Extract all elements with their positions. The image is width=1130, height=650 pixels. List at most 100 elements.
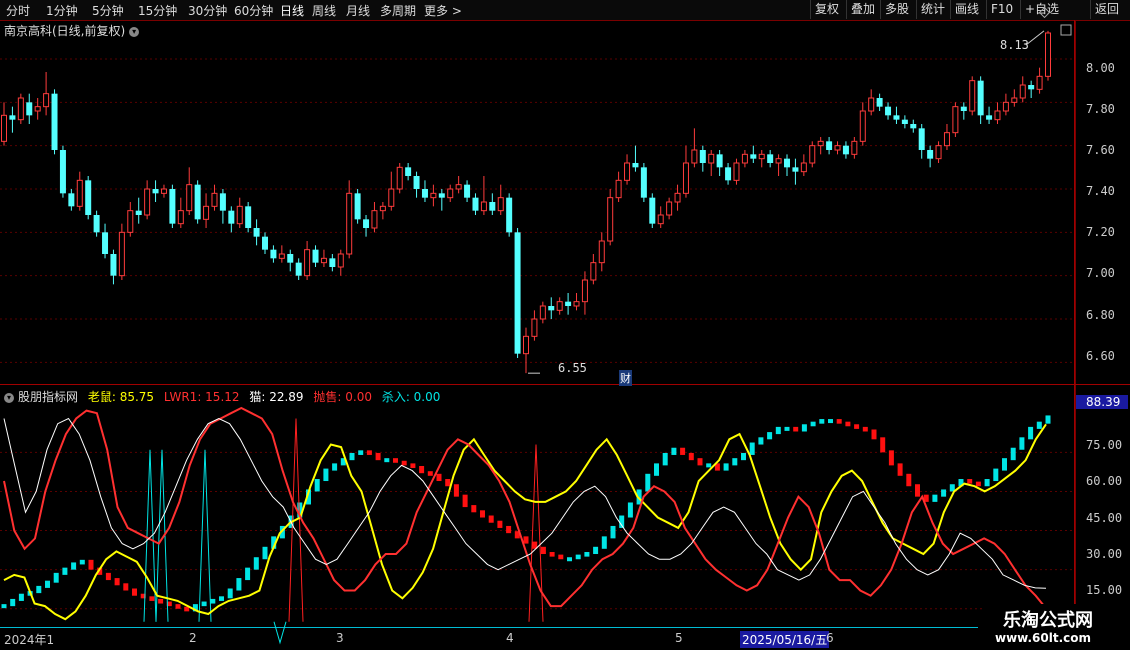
- candle-body: [26, 102, 33, 116]
- low-price-marker: 6.55: [558, 361, 587, 375]
- price-tick: 7.20: [1086, 225, 1115, 239]
- price-tick: 6.80: [1086, 308, 1115, 322]
- candle-body: [312, 249, 319, 263]
- candle-body: [354, 193, 361, 220]
- candle-body: [640, 167, 647, 198]
- indicator-bar: [401, 460, 407, 466]
- candle-body: [497, 197, 504, 212]
- indicator-bar: [697, 458, 703, 466]
- indicator-bar: [880, 437, 886, 453]
- candle-body: [901, 119, 908, 124]
- indicator-bar: [862, 426, 868, 432]
- indicator-bar: [210, 598, 216, 604]
- candle-body: [169, 189, 176, 224]
- candle-body: [784, 158, 790, 168]
- candle-body: [253, 228, 260, 237]
- indicator-bar: [932, 494, 938, 502]
- indicator-bar: [506, 525, 512, 534]
- candle-body: [910, 124, 917, 129]
- indicator-bar: [601, 536, 607, 549]
- indicator-bar: [488, 515, 494, 523]
- candle-body: [927, 150, 934, 159]
- indicator-bar: [645, 473, 651, 492]
- chart-canvas[interactable]: [0, 0, 1130, 650]
- candle-body: [817, 140, 824, 147]
- high-price-marker: 8.13: [1000, 38, 1029, 52]
- candle-body: [186, 184, 193, 212]
- indicator-bar: [871, 429, 877, 440]
- candle-body: [278, 253, 285, 259]
- candle-body: [649, 197, 656, 224]
- watermark: 乐淘公式网 www.60lt.com: [985, 604, 1130, 650]
- candle-body: [741, 153, 748, 164]
- time-label: 2024年1: [4, 633, 55, 647]
- candle-body: [59, 150, 66, 194]
- candle-body: [624, 162, 631, 181]
- candle-body: [699, 150, 706, 163]
- candle-body: [430, 192, 437, 199]
- indicator-bar: [836, 419, 842, 424]
- candlestick-series: [1, 6, 1072, 374]
- candle-body: [346, 192, 353, 255]
- indicator-bar: [253, 557, 259, 570]
- indicator-bar: [245, 567, 251, 581]
- candle-body: [464, 184, 471, 198]
- candle-body: [110, 254, 117, 276]
- indicator-bar: [688, 452, 694, 461]
- time-label: 5: [675, 631, 683, 645]
- indicator-bar: [45, 580, 50, 588]
- indicator-bar: [828, 419, 833, 424]
- candle-body: [34, 106, 41, 112]
- indicator-tick: 60.00: [1086, 474, 1123, 488]
- finance-badge[interactable]: 财: [619, 370, 632, 386]
- indicator-bar: [114, 578, 120, 586]
- candle-body: [144, 188, 151, 216]
- candle-body: [506, 197, 513, 233]
- candle-body: [455, 184, 462, 190]
- indicator-bar: [549, 552, 555, 557]
- candle-body: [565, 301, 572, 306]
- indicator-bar: [819, 419, 825, 424]
- indicator-bar: [758, 437, 764, 445]
- candle-body: [1, 114, 7, 142]
- indicator-tick: 30.00: [1086, 547, 1123, 561]
- candle-body: [834, 145, 841, 151]
- indicator-bar: [784, 426, 790, 431]
- candle-body: [102, 232, 109, 254]
- indicator-bar: [610, 525, 616, 539]
- candle-body: [943, 132, 950, 147]
- indicator-bar: [149, 596, 155, 601]
- indicator-bar: [975, 481, 981, 487]
- candle-body: [405, 167, 412, 176]
- sell-spike: [528, 444, 544, 622]
- indicator-bar: [71, 562, 77, 570]
- indicator-tick: 15.00: [1086, 583, 1123, 597]
- chevron-down-icon[interactable]: ▾: [4, 392, 14, 403]
- candle-body: [809, 145, 816, 164]
- indicator-bar: [1019, 437, 1025, 450]
- indicator-bar: [323, 468, 329, 482]
- candle-body: [514, 232, 521, 354]
- candle-body: [851, 140, 858, 155]
- indicator-bars: [1, 415, 1051, 612]
- time-label: 6: [826, 631, 834, 645]
- diamond-icon: [1038, 6, 1051, 19]
- candle-body: [379, 205, 386, 212]
- time-label: 4: [506, 631, 514, 645]
- candle-body: [421, 189, 428, 198]
- candle-body: [977, 80, 984, 116]
- candle-body: [93, 215, 100, 233]
- indicator-bar: [358, 450, 364, 455]
- indicator-name[interactable]: 股朋指标网: [18, 390, 78, 404]
- price-tick: 7.60: [1086, 143, 1115, 157]
- price-tick: 7.00: [1086, 266, 1115, 280]
- indicator-bar: [366, 450, 372, 455]
- candle-body: [219, 193, 226, 211]
- candle-body: [489, 202, 496, 211]
- indicator-bar: [915, 484, 920, 497]
- candle-body: [960, 106, 967, 111]
- candle-body: [632, 163, 639, 168]
- indicator-bar: [88, 559, 94, 570]
- indicator-bar: [627, 502, 633, 518]
- candle-body: [716, 154, 723, 168]
